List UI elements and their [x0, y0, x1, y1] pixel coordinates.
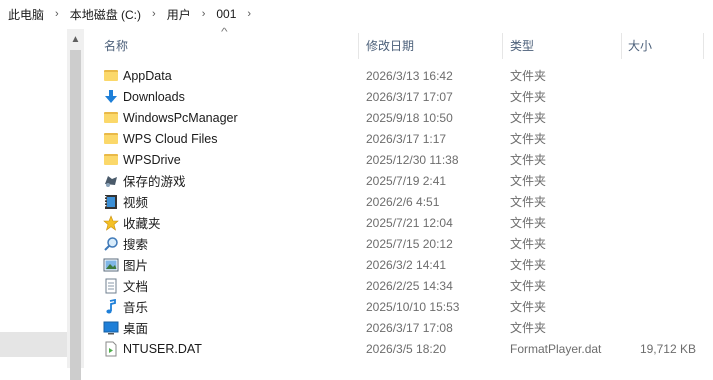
file-row[interactable]: Downloads 2026/3/17 17:07 文件夹 [84, 86, 713, 107]
scrollbar-thumb[interactable] [70, 50, 81, 380]
column-header-size[interactable]: 大小 [622, 29, 702, 61]
navigation-pane[interactable] [0, 29, 67, 368]
breadcrumb-item-users[interactable]: 用户 [165, 6, 193, 23]
file-row[interactable]: 音乐 2025/10/10 15:53 文件夹 [84, 296, 713, 317]
file-row[interactable]: 搜索 2025/7/15 20:12 文件夹 [84, 233, 713, 254]
file-size [84, 296, 696, 317]
file-row[interactable]: 视频 2026/2/6 4:51 文件夹 [84, 191, 713, 212]
file-row[interactable]: 图片 2026/3/2 14:41 文件夹 [84, 254, 713, 275]
file-size [84, 233, 696, 254]
file-row[interactable]: AppData 2026/3/13 16:42 文件夹 [84, 65, 713, 86]
chevron-right-icon[interactable]: › [238, 8, 260, 20]
file-size [84, 212, 696, 233]
column-divider[interactable] [703, 33, 704, 59]
file-size [84, 65, 696, 86]
file-row[interactable]: 收藏夹 2025/7/21 12:04 文件夹 [84, 212, 713, 233]
file-size [84, 86, 696, 107]
breadcrumb: 此电脑 › 本地磁盘 (C:) › 用户 › 001 › [0, 0, 713, 28]
column-header-name[interactable]: 名称 [98, 29, 358, 61]
file-list: ^ 名称 修改日期 类型 大小 AppData 2026/3/13 16:42 文件… [84, 27, 713, 368]
scroll-up-arrow-icon[interactable]: ▲ [67, 31, 84, 47]
file-size [84, 317, 696, 338]
navigation-scrollbar[interactable]: ▲ [67, 29, 84, 380]
file-size [84, 107, 696, 128]
chevron-right-icon[interactable]: › [193, 8, 215, 20]
file-size [84, 170, 696, 191]
file-row[interactable]: WindowsPcManager 2025/9/18 10:50 文件夹 [84, 107, 713, 128]
column-header-row: ^ 名称 修改日期 类型 大小 [84, 27, 713, 61]
file-size: 19,712 KB [639, 341, 696, 356]
file-row[interactable]: 文档 2026/2/25 14:34 文件夹 [84, 275, 713, 296]
breadcrumb-item-drive-c[interactable]: 本地磁盘 (C:) [68, 6, 143, 23]
file-row[interactable]: 保存的游戏 2025/7/19 2:41 文件夹 [84, 170, 713, 191]
file-row[interactable]: WPSDrive 2025/12/30 11:38 文件夹 [84, 149, 713, 170]
breadcrumb-item-001[interactable]: 001 [214, 7, 238, 21]
chevron-right-icon[interactable]: › [143, 8, 165, 20]
file-row[interactable]: 桌面 2026/3/17 17:08 文件夹 [84, 317, 713, 338]
file-size [84, 191, 696, 212]
file-row[interactable]: NTUSER.DAT 2026/3/5 18:20 FormatPlayer.dat… [84, 338, 713, 359]
column-header-type[interactable]: 类型 [504, 29, 621, 61]
file-size [84, 149, 696, 170]
file-row[interactable]: WPS Cloud Files 2026/3/17 1:17 文件夹 [84, 128, 713, 149]
navigation-pane-selected-item[interactable] [0, 332, 67, 357]
file-size [84, 128, 696, 149]
column-divider[interactable] [358, 33, 359, 59]
file-size [84, 254, 696, 275]
breadcrumb-item-this-pc[interactable]: 此电脑 [6, 6, 46, 23]
column-divider[interactable] [502, 33, 503, 59]
column-header-date[interactable]: 修改日期 [360, 29, 502, 61]
chevron-right-icon[interactable]: › [46, 8, 68, 20]
file-size [84, 275, 696, 296]
